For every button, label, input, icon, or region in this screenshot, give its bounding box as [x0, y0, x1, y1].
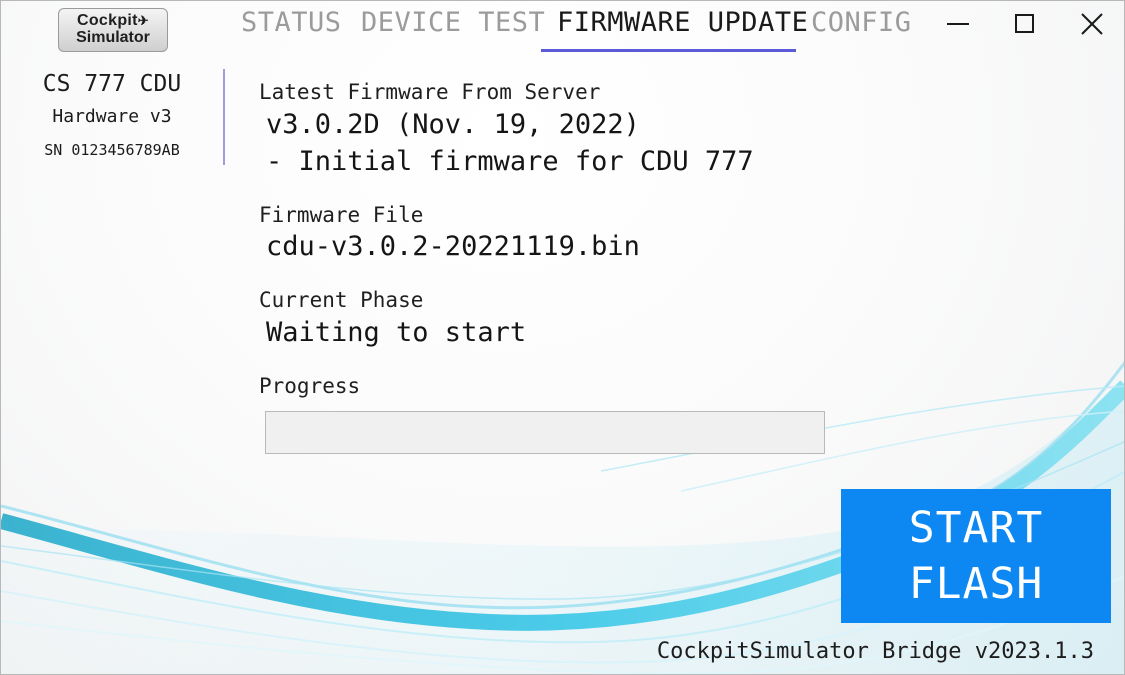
app-window: Cockpit✈ Simulator STATUS DEVICE TEST FI…: [0, 0, 1125, 675]
app-logo: Cockpit✈ Simulator: [58, 8, 168, 52]
minimize-button[interactable]: [943, 9, 973, 39]
device-hardware-version: Hardware v3: [52, 106, 172, 127]
tab-firmware-update[interactable]: FIRMWARE UPDATE: [557, 7, 808, 38]
progress-bar: [265, 411, 825, 454]
maximize-button[interactable]: [1010, 9, 1040, 39]
current-phase-value: Waiting to start: [266, 317, 527, 348]
active-tab-indicator: [541, 49, 796, 52]
latest-firmware-version: v3.0.2D (Nov. 19, 2022): [266, 109, 640, 140]
device-model: CS 777 CDU: [42, 71, 182, 97]
tab-config[interactable]: CONFIG: [811, 7, 912, 38]
maximize-icon: [1015, 14, 1034, 33]
app-version-label: CockpitSimulator Bridge v2023.1.3: [656, 639, 1094, 664]
current-phase-label: Current Phase: [259, 288, 424, 312]
minimize-icon: [947, 23, 969, 25]
firmware-file-name: cdu-v3.0.2-20221119.bin: [266, 231, 640, 262]
latest-firmware-notes: - Initial firmware for CDU 777: [266, 146, 754, 177]
tab-device-test[interactable]: DEVICE TEST: [361, 7, 545, 38]
start-flash-button[interactable]: START FLASH: [841, 489, 1111, 623]
airplane-icon: ✈: [137, 13, 149, 28]
start-flash-label-line2: FLASH: [908, 559, 1044, 609]
firmware-file-label: Firmware File: [259, 203, 424, 227]
progress-label: Progress: [259, 374, 361, 398]
close-icon: [1081, 13, 1103, 35]
logo-text-line1: Cockpit: [77, 12, 138, 29]
device-serial-number: SN 0123456789AB: [44, 141, 180, 159]
close-button[interactable]: [1077, 9, 1107, 39]
logo-text-line2: Simulator: [76, 29, 150, 46]
start-flash-label-line1: START: [908, 503, 1044, 553]
tab-status[interactable]: STATUS: [241, 7, 342, 38]
sidebar-divider: [223, 69, 225, 165]
latest-firmware-label: Latest Firmware From Server: [259, 80, 601, 104]
